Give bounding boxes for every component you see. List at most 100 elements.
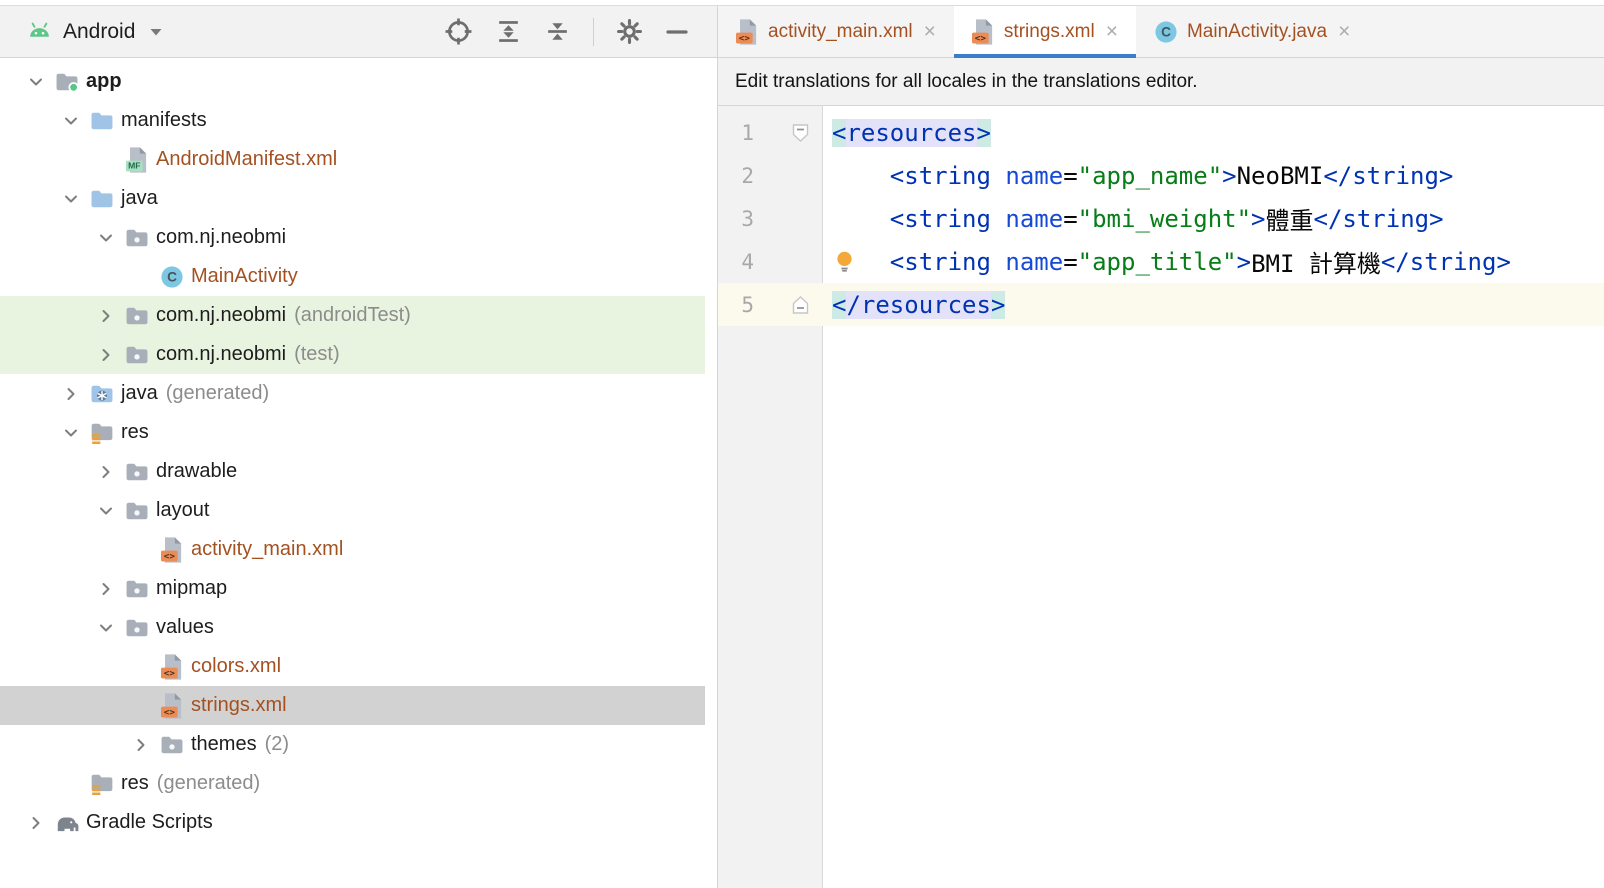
editor-area: <> activity_main.xml × <> strings.xml × C MainA…	[718, 6, 1604, 888]
tree-item-java[interactable]: java	[0, 179, 705, 218]
fold-marker-icon[interactable]	[792, 295, 809, 314]
tree-item-suffix: (generated)	[165, 382, 270, 404]
code-segment: </string>	[1313, 204, 1444, 233]
expand-all-icon	[495, 18, 522, 45]
project-view-selector[interactable]: Android	[0, 20, 163, 44]
code-segment: <string	[889, 204, 991, 233]
close-icon[interactable]: ×	[1338, 21, 1350, 42]
code-text: < resources >	[823, 111, 1604, 154]
tree-item-label: activity_main.xml	[191, 538, 344, 560]
tree-item-themes-2[interactable]: themes (2)	[0, 725, 705, 764]
settings-button[interactable]	[616, 18, 643, 45]
code-line-4[interactable]: 4 <string name = "app_title" > BMI 計算機 </stri…	[718, 240, 1604, 283]
tree-item-manifests[interactable]: manifests	[0, 101, 705, 140]
code-segment: <	[832, 118, 847, 147]
chevron-down-icon[interactable]	[90, 229, 122, 247]
hide-panel-button[interactable]	[665, 20, 689, 44]
code-segment: name	[1005, 204, 1064, 233]
chevron-down-icon[interactable]	[90, 502, 122, 520]
chevron-right-icon[interactable]	[90, 463, 122, 481]
code-segment: >	[976, 118, 991, 147]
code-line-2[interactable]: 2 <string name = "app_name" > NeoBMI </string…	[718, 154, 1604, 197]
code-segment: >	[1236, 247, 1252, 276]
tree-item-label: res	[121, 772, 149, 794]
tree-item-com-nj-neobmi-test[interactable]: com.nj.neobmi (test)	[0, 335, 705, 374]
tree-item-layout[interactable]: layout	[0, 491, 705, 530]
code-editor[interactable]: 1 < resources >2 <string name = "app_name" > Ne…	[718, 106, 1604, 888]
tree-item-activity-main-xml[interactable]: <> activity_main.xml	[0, 530, 705, 569]
chevron-down-icon[interactable]	[55, 424, 87, 442]
close-icon[interactable]: ×	[1106, 21, 1118, 42]
folder-res-icon	[89, 772, 115, 796]
chevron-right-icon[interactable]	[125, 736, 157, 754]
svg-text:<>: <>	[163, 551, 175, 562]
tree-item-label: Gradle Scripts	[86, 811, 213, 833]
tree-item-com-nj-neobmi[interactable]: com.nj.neobmi	[0, 218, 705, 257]
tree-item-drawable[interactable]: drawable	[0, 452, 705, 491]
tree-item-res[interactable]: res	[0, 413, 705, 452]
settings-icon	[616, 18, 643, 45]
tree-item-label: com.nj.neobmi	[156, 304, 287, 326]
expand-all-button[interactable]	[495, 18, 522, 45]
close-icon[interactable]: ×	[924, 21, 936, 42]
fold-marker-icon[interactable]	[792, 123, 809, 142]
code-line-1[interactable]: 1 < resources >	[718, 111, 1604, 154]
line-number: 1	[741, 120, 754, 145]
folder-app-icon	[54, 71, 80, 93]
project-view-label: Android	[63, 19, 136, 43]
tree-item-res-generated[interactable]: res (generated)	[0, 764, 705, 803]
chevron-right-icon[interactable]	[90, 346, 122, 364]
chevron-right-icon[interactable]	[20, 814, 52, 832]
tree-item-values[interactable]: values	[0, 608, 705, 647]
tree-item-app[interactable]: app	[0, 62, 705, 101]
tree-item-androidmanifest-xml[interactable]: MF AndroidManifest.xml	[0, 140, 705, 179]
chevron-right-icon[interactable]	[90, 307, 122, 325]
code-segment: name	[1005, 247, 1064, 276]
code-segment: =	[1063, 247, 1078, 276]
tree-item-label: java	[121, 382, 158, 404]
tree-item-java-generated[interactable]: java (generated)	[0, 374, 705, 413]
tab-label: activity_main.xml	[768, 20, 913, 42]
chevron-down-icon[interactable]	[55, 112, 87, 130]
code-segment: resources	[846, 118, 977, 147]
tree-item-strings-xml[interactable]: <> strings.xml	[0, 686, 705, 725]
fold-cell	[754, 240, 823, 283]
tree-item-mipmap[interactable]: mipmap	[0, 569, 705, 608]
code-line-5[interactable]: 5 </resources >	[718, 283, 1604, 326]
chevron-right-icon[interactable]	[90, 580, 122, 598]
lightbulb-icon[interactable]	[835, 250, 854, 273]
tree-item-colors-xml[interactable]: <> colors.xml	[0, 647, 705, 686]
tree-item-gradle-scripts[interactable]: Gradle Scripts	[0, 803, 705, 842]
file-xml-icon: <>	[971, 18, 995, 46]
chevron-down-icon[interactable]	[20, 73, 52, 91]
code-segment: "app_name"	[1077, 161, 1223, 190]
gradle-elephant-icon	[54, 812, 80, 834]
tree-item-label: manifests	[121, 109, 207, 131]
tree-item-label: app	[86, 70, 122, 92]
tree-item-label: themes	[191, 733, 257, 755]
folder-blue-icon	[89, 110, 115, 132]
svg-text:<>: <>	[739, 33, 751, 44]
tree-item-mainactivity[interactable]: C MainActivity	[0, 257, 705, 296]
code-segment: BMI 計算機	[1251, 250, 1381, 278]
collapse-all-button[interactable]	[544, 18, 571, 45]
fold-cell	[754, 283, 823, 326]
code-line-3[interactable]: 3 <string name = "bmi_weight" > 體重 </string>	[718, 197, 1604, 240]
tree-item-com-nj-neobmi-androidtest[interactable]: com.nj.neobmi (androidTest)	[0, 296, 705, 335]
chevron-down-icon[interactable]	[90, 619, 122, 637]
tab-strings-xml[interactable]: <> strings.xml ×	[953, 6, 1137, 58]
tab-mainactivity-java[interactable]: C MainActivity.java ×	[1136, 6, 1368, 57]
tree-item-label: com.nj.neobmi	[156, 343, 287, 365]
chevron-right-icon[interactable]	[55, 385, 87, 403]
translations-banner: Edit translations for all locales in the…	[718, 58, 1604, 106]
fold-cell	[754, 154, 823, 197]
tree-item-label: MainActivity	[191, 265, 298, 287]
folder-package-icon	[124, 305, 150, 327]
tab-activity-main-xml[interactable]: <> activity_main.xml ×	[718, 6, 954, 57]
svg-text:<>: <>	[163, 707, 175, 718]
chevron-down-icon[interactable]	[55, 190, 87, 208]
locate-button[interactable]	[444, 17, 473, 46]
